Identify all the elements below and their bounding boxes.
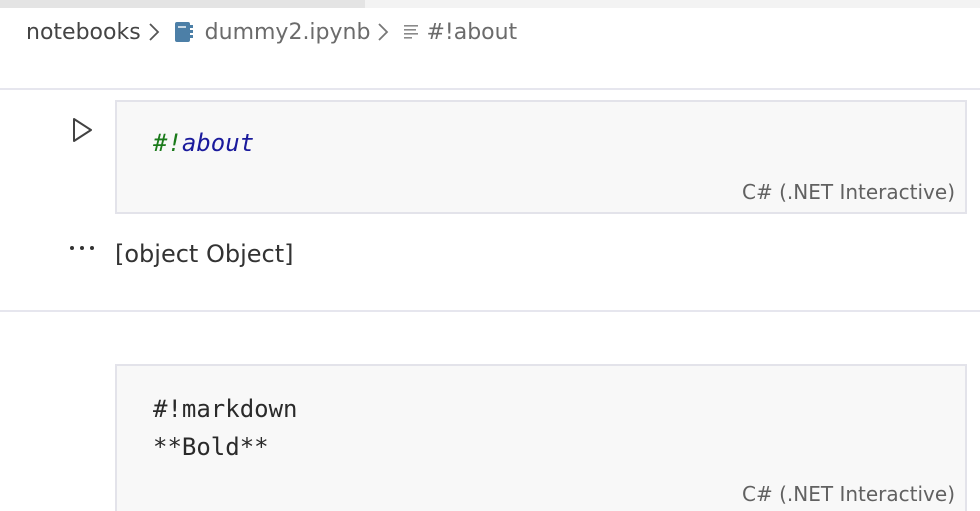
breadcrumb: notebooks dummy2.ipynb #!about <box>26 14 517 50</box>
cell-language-label[interactable]: C# (.NET Interactive) <box>742 180 955 204</box>
chevron-right-icon <box>141 14 167 50</box>
ellipsis-icon <box>70 246 94 250</box>
code-token-keyword: about <box>181 129 255 157</box>
tab-strip <box>0 0 980 8</box>
tab-strip-active-area <box>0 0 365 8</box>
run-cell-button[interactable] <box>66 114 98 146</box>
cell-separator <box>0 88 980 90</box>
code-line: #!markdown <box>153 395 298 423</box>
output-actions-button[interactable] <box>66 236 98 260</box>
code-lines: #!markdown **Bold** <box>153 390 298 466</box>
code-line: #!about <box>153 124 254 162</box>
code-token-hash: #! <box>153 129 182 157</box>
breadcrumb-item-file[interactable]: dummy2.ipynb <box>205 20 371 45</box>
run-triangle-icon <box>73 118 92 142</box>
symbol-text-icon <box>396 14 426 50</box>
code-cell-editor[interactable]: #!about C# (.NET Interactive) <box>115 100 967 214</box>
code-line: **Bold** <box>153 433 269 461</box>
cell-language-label[interactable]: C# (.NET Interactive) <box>742 482 955 506</box>
code-cell-editor[interactable]: #!markdown **Bold** C# (.NET Interactive) <box>115 364 967 511</box>
notebook-icon <box>169 14 199 50</box>
breadcrumb-item-symbol[interactable]: #!about <box>426 20 517 45</box>
breadcrumb-item-notebooks[interactable]: notebooks <box>26 20 141 45</box>
cell-separator <box>0 310 980 312</box>
chevron-right-icon <box>370 14 396 50</box>
cell-output: [object Object] <box>115 240 294 268</box>
notebook-editor: notebooks dummy2.ipynb #!about #!about C… <box>0 0 980 511</box>
